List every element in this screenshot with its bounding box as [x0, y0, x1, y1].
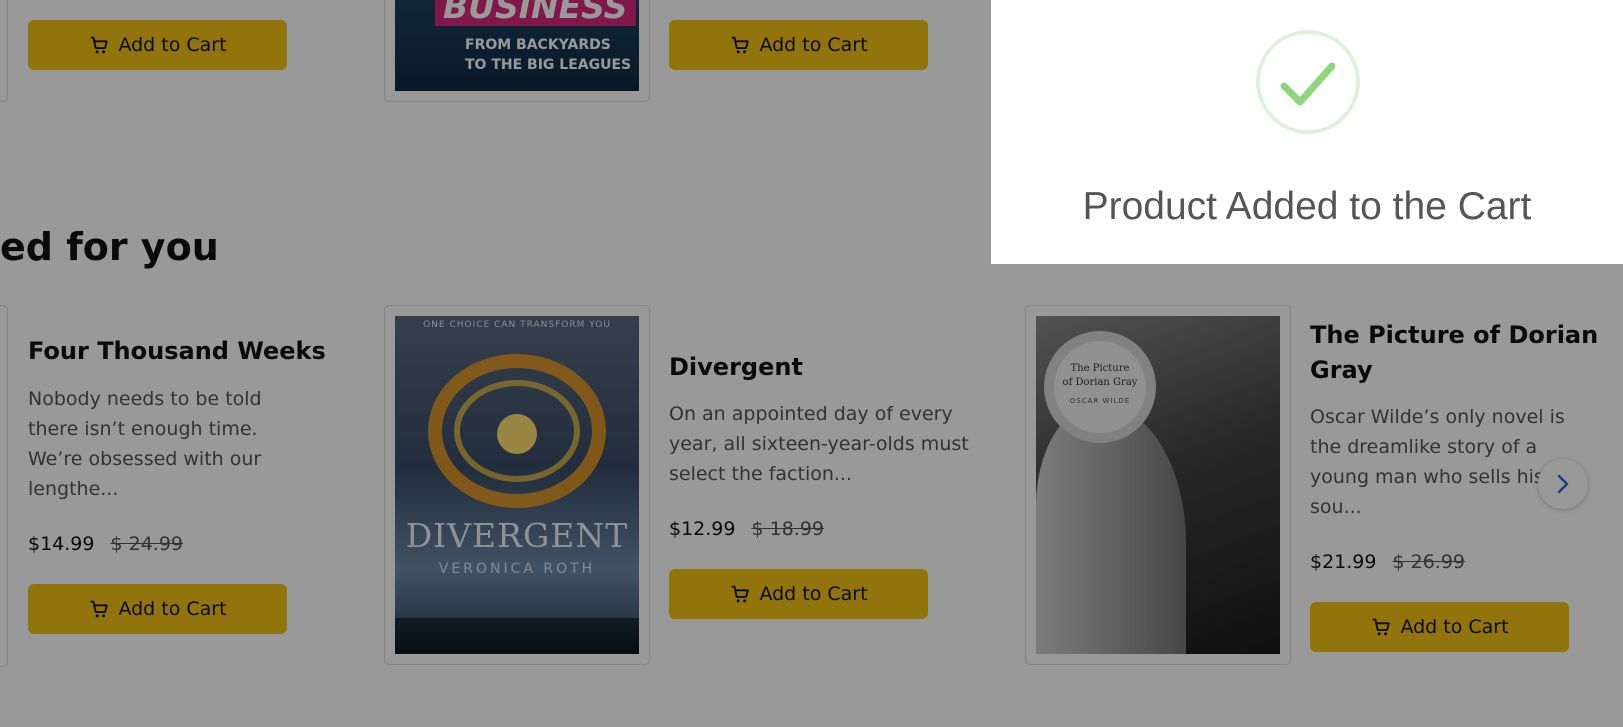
toast-message: Product Added to the Cart [1082, 185, 1532, 228]
check-icon [1280, 62, 1336, 106]
success-circle [1256, 30, 1360, 134]
page: Add to Cart BUSINESS FROM BACKYARDS TO T… [0, 0, 1623, 727]
cart-success-popup: Product Added to the Cart [991, 0, 1623, 264]
